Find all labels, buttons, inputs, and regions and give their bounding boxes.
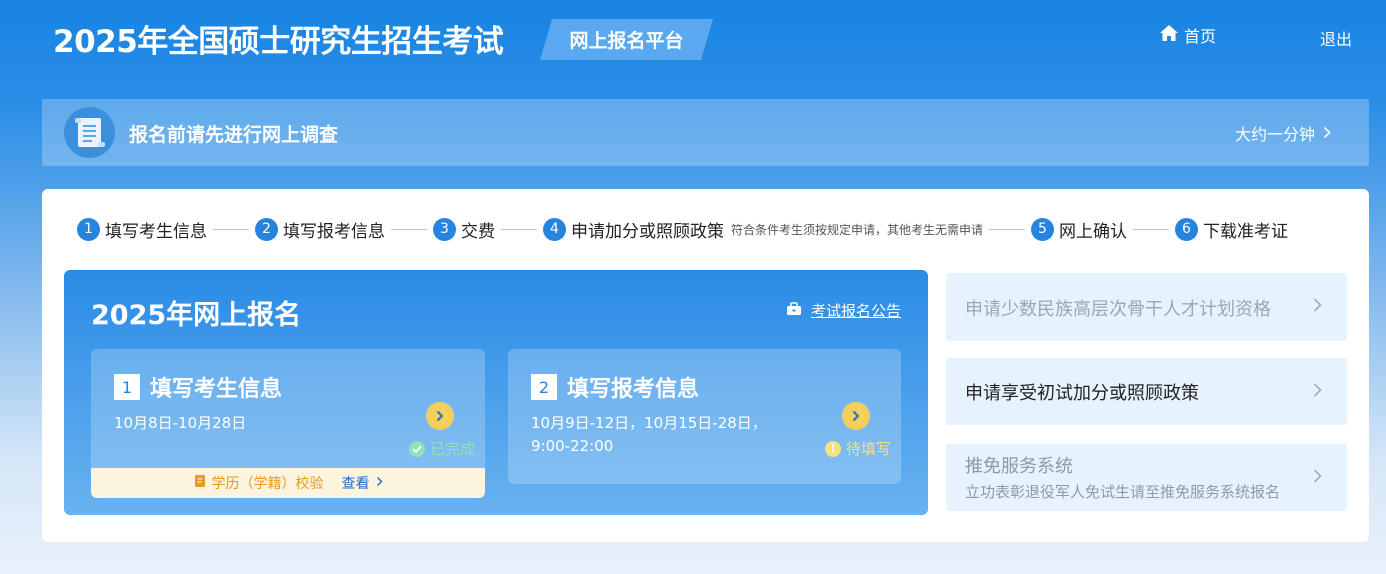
card-header: 1 填写考生信息: [114, 371, 282, 403]
step-connector: [501, 228, 537, 230]
progress-steps: 1 填写考生信息 2 填写报考信息 3 交费 4 申请加分或照顾政策 符合条件考…: [77, 216, 1337, 242]
home-label: 首页: [1184, 27, 1217, 46]
registration-panel: 2025年网上报名 考试报名公告 1 填写考生信息 10月8日-10月28日 已…: [64, 270, 928, 515]
step-6: 6 下载准考证: [1175, 217, 1288, 242]
step-connector: [213, 228, 249, 230]
app-title: 2025年全国硕士研究生招生考试: [53, 24, 504, 60]
registration-title: 2025年网上报名: [91, 300, 302, 331]
survey-time: 大约一分钟: [1235, 121, 1331, 145]
side-item-sublabel: 立功表彰退役军人免试生请至推免服务系统报名: [965, 483, 1281, 501]
home-link[interactable]: 首页: [1159, 23, 1216, 47]
logout-link[interactable]: 退出: [1320, 26, 1352, 50]
home-icon: [1159, 24, 1179, 46]
step-2: 2 填写报考信息: [255, 217, 385, 242]
step-connector: [391, 228, 427, 230]
step-connector: [1133, 228, 1170, 230]
step-number: 1: [77, 217, 100, 241]
document-icon: [194, 474, 206, 492]
chevron-right-icon: [1313, 468, 1322, 487]
step-label: 申请加分或照顾政策: [571, 221, 724, 242]
survey-text: 报名前请先进行网上调查: [129, 124, 339, 146]
step-connector: [989, 228, 1026, 230]
step-label: 填写报考信息: [283, 221, 385, 242]
exemption-service-item[interactable]: 推免服务系统 立功表彰退役军人免试生请至推免服务系统报名: [946, 444, 1347, 511]
verify-view-link[interactable]: 查看: [342, 473, 383, 493]
survey-time-label: 大约一分钟: [1234, 125, 1315, 144]
card-dates: 10月9日-12日，10月15日-28日， 9:00-22:00: [531, 412, 767, 458]
step-label: 下载准考证: [1203, 221, 1289, 242]
education-verify-bar: 学历（学籍）校验 查看: [91, 468, 485, 498]
fill-candidate-info-card[interactable]: 1 填写考生信息 10月8日-10月28日 已完成 学历（学籍）校验 查看: [91, 349, 485, 498]
status-completed: 已完成: [408, 438, 475, 459]
card-number: 2: [531, 374, 557, 400]
status-pending: ! 待填写: [824, 438, 891, 459]
card-dates-line2: 9:00-22:00: [531, 437, 614, 455]
side-item-label: 申请享受初试加分或照顾政策: [965, 383, 1199, 404]
card-title: 填写报考信息: [567, 377, 700, 402]
exclamation-circle-icon: !: [824, 440, 841, 457]
go-button[interactable]: [842, 402, 870, 430]
status-label: 已完成: [429, 440, 475, 458]
card-header: 2 填写报考信息: [531, 371, 699, 403]
chevron-right-icon: [1313, 298, 1322, 317]
side-item-label: 申请少数民族高层次骨干人才计划资格: [965, 299, 1271, 320]
step-label: 交费: [461, 221, 495, 242]
step-note: 符合条件考生须按规定申请，其他考生无需申请: [731, 222, 984, 237]
chevron-right-icon: [376, 475, 383, 491]
exam-notice-link[interactable]: 考试报名公告: [786, 300, 901, 321]
step-number: 4: [543, 217, 566, 241]
card-title: 填写考生信息: [150, 377, 283, 402]
chevron-right-icon: [1313, 382, 1322, 401]
step-label: 填写考生信息: [105, 221, 207, 242]
verify-label: 学历（学籍）校验: [211, 476, 324, 492]
bonus-policy-item[interactable]: 申请享受初试加分或照顾政策: [946, 358, 1347, 425]
platform-badge: 网上报名平台: [540, 19, 713, 60]
card-dates-line1: 10月9日-12日，10月15日-28日，: [531, 414, 767, 432]
side-item-label: 推免服务系统: [965, 456, 1073, 477]
go-button[interactable]: [426, 402, 454, 430]
step-number: 2: [255, 217, 278, 241]
step-4: 4 申请加分或照顾政策 符合条件考生须按规定申请，其他考生无需申请: [543, 217, 983, 242]
survey-banner[interactable]: 报名前请先进行网上调查 大约一分钟: [42, 99, 1369, 166]
main-card: 1 填写考生信息 2 填写报考信息 3 交费 4 申请加分或照顾政策 符合条件考…: [42, 189, 1369, 542]
fill-application-info-card[interactable]: 2 填写报考信息 10月9日-12日，10月15日-28日， 9:00-22:0…: [508, 349, 901, 484]
verify-view-label: 查看: [341, 476, 370, 492]
step-label: 网上确认: [1059, 221, 1128, 242]
minority-talent-plan-item[interactable]: 申请少数民族高层次骨干人才计划资格: [946, 273, 1347, 341]
step-number: 6: [1175, 217, 1199, 241]
step-5: 5 网上确认: [1031, 217, 1127, 242]
briefcase-icon: [786, 301, 802, 320]
step-3: 3 交费: [433, 217, 495, 242]
step-number: 5: [1031, 217, 1055, 241]
card-number: 1: [114, 374, 140, 400]
chevron-right-icon: [435, 407, 445, 426]
survey-icon: [64, 107, 115, 158]
check-circle-icon: [408, 440, 425, 457]
step-number: 3: [433, 217, 456, 241]
card-dates: 10月8日-10月28日: [114, 414, 247, 432]
chevron-right-icon: [851, 407, 861, 426]
step-1: 1 填写考生信息: [77, 217, 207, 242]
status-label: 待填写: [845, 440, 891, 458]
exam-notice-label: 考试报名公告: [810, 302, 901, 320]
chevron-right-icon: [1323, 124, 1331, 143]
